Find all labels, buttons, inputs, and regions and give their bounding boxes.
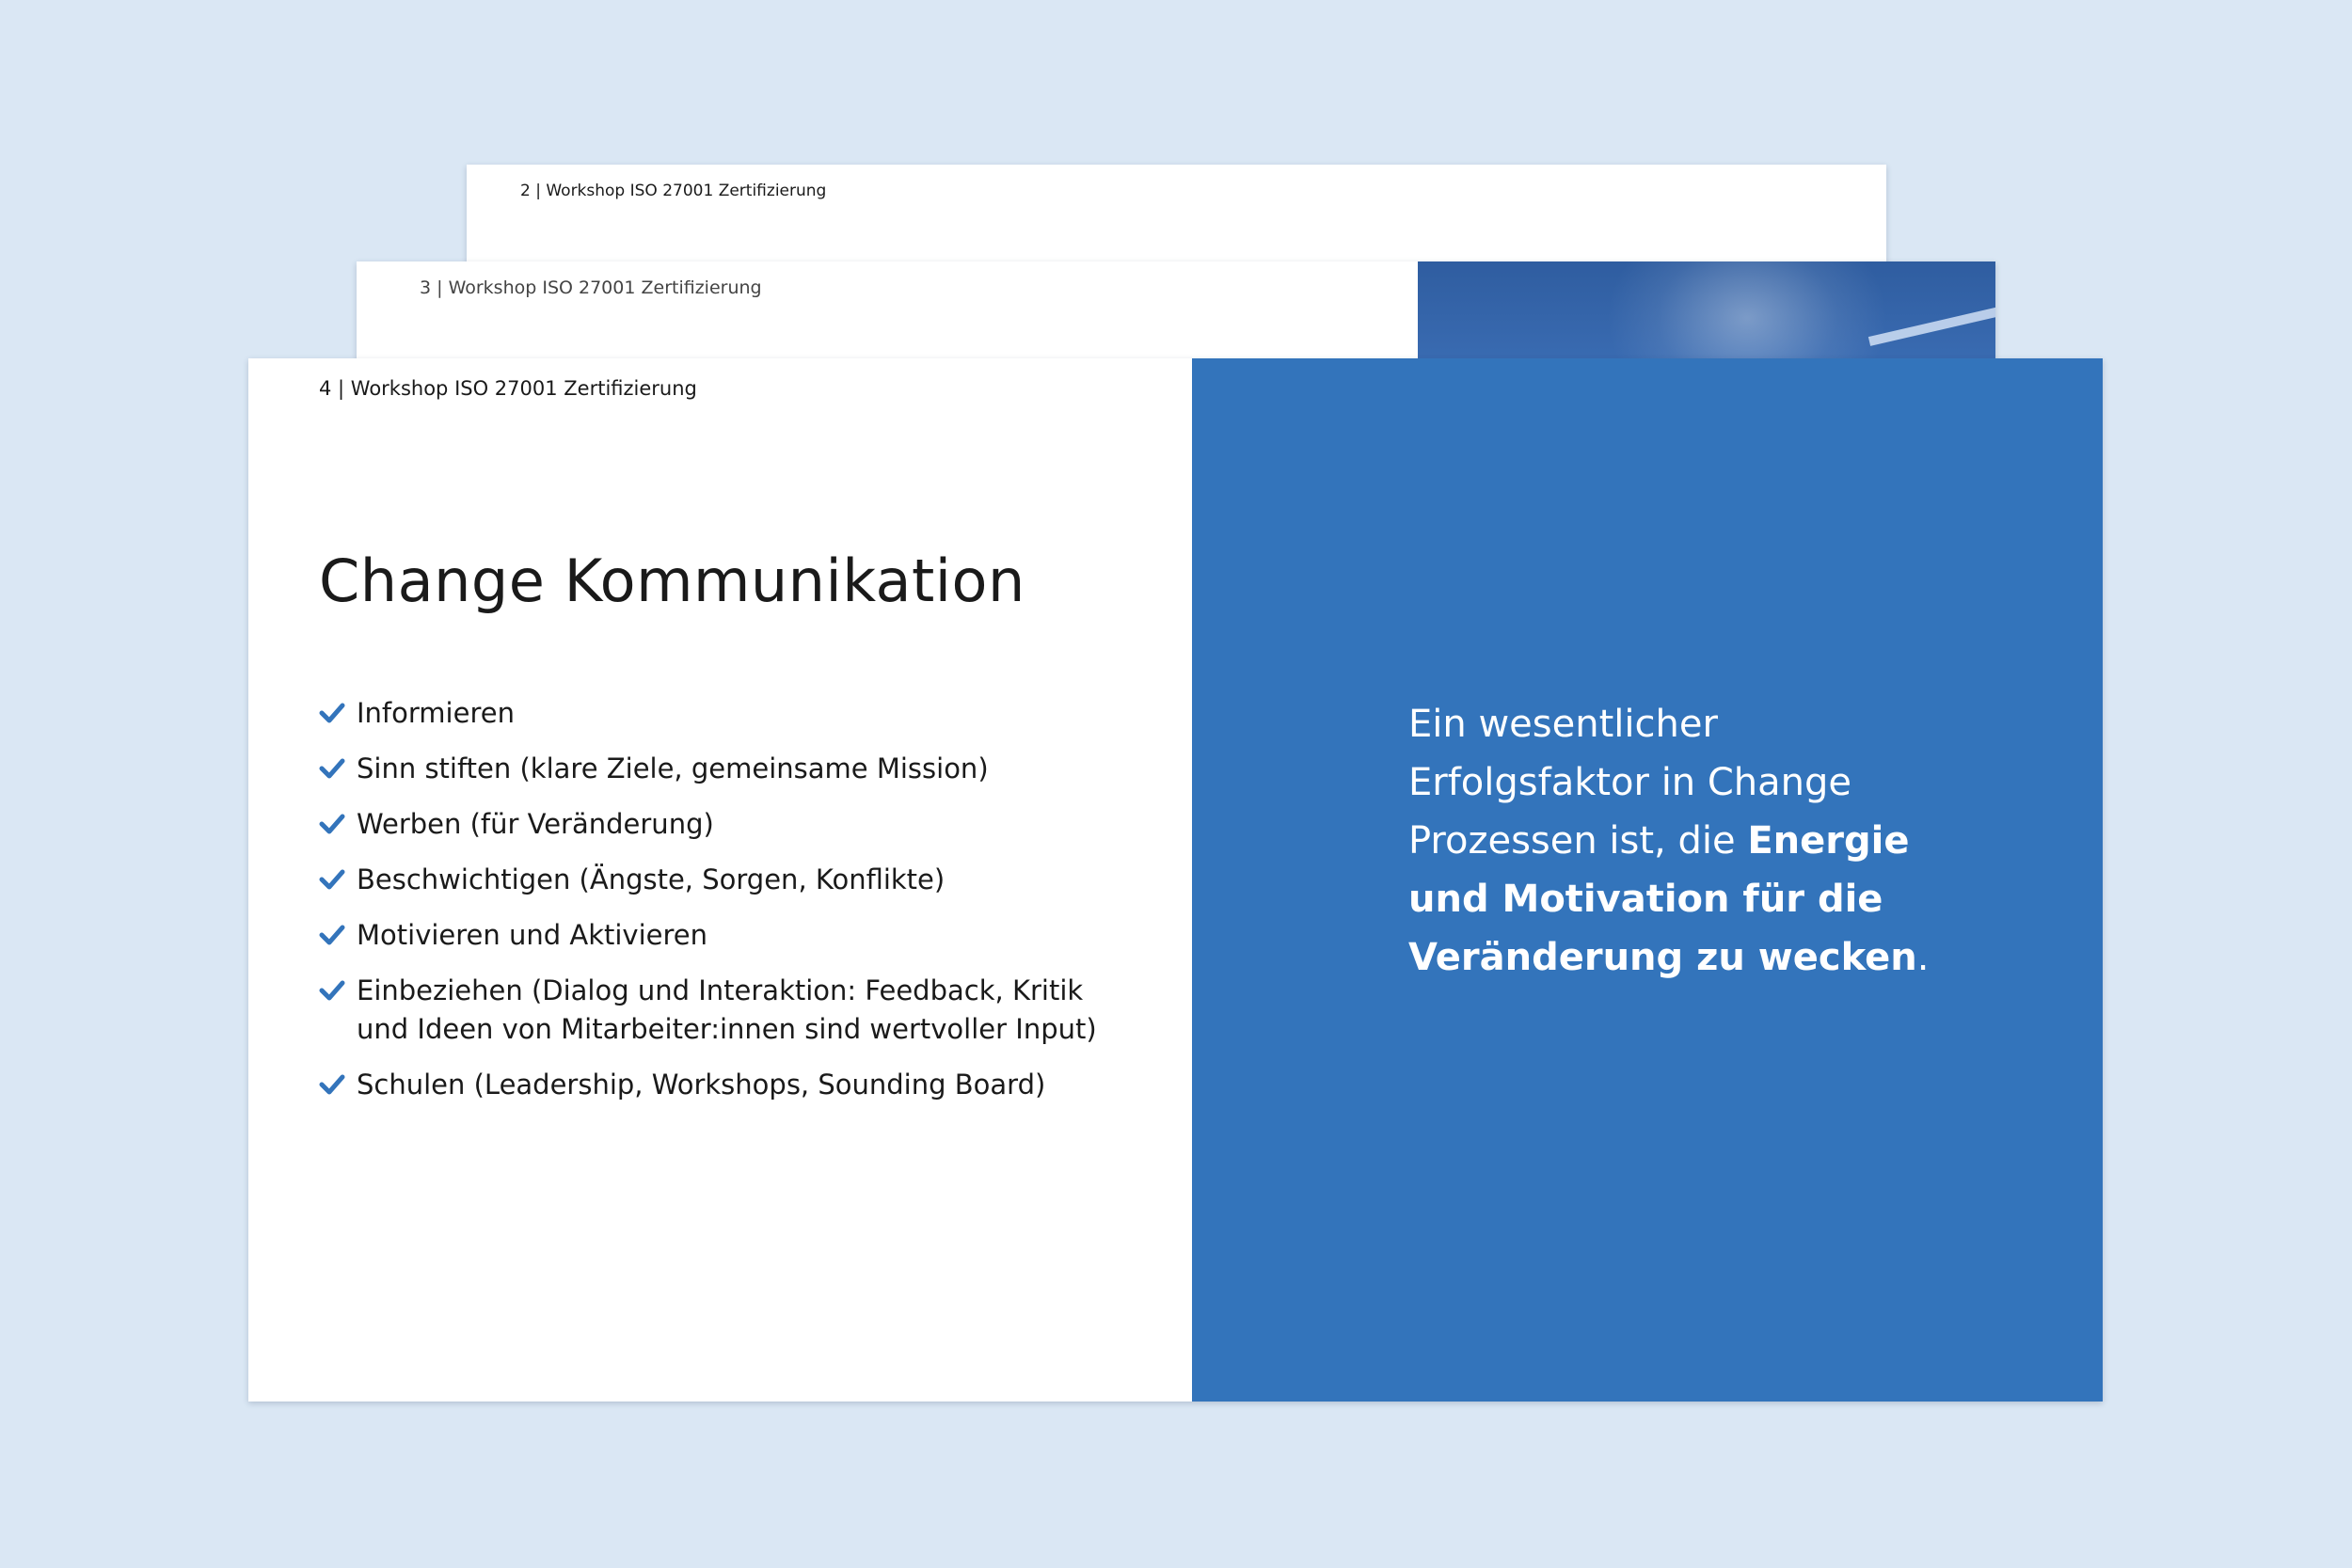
- slide-4-current[interactable]: 4 | Workshop ISO 27001 Zertifizierung Ch…: [248, 358, 2103, 1402]
- checkmark-icon: [319, 1066, 345, 1104]
- slide-header: 3 | Workshop ISO 27001 Zertifizierung: [420, 277, 762, 298]
- quote-text: Ein wesentlicher Erfolgsfaktor in Change P…: [1408, 695, 1929, 987]
- bullet-text-line: Schulen (Leadership, Workshops, Sounding…: [357, 1069, 1046, 1101]
- bullet-text: Einbeziehen (Dialog und Interaktion: Fee…: [357, 972, 1097, 1049]
- bullet-item: Informieren: [319, 694, 1097, 733]
- slide-title: Change Kommunikation: [319, 546, 1025, 615]
- bullet-text: Beschwichtigen (Ängste, Sorgen, Konflikt…: [357, 861, 945, 899]
- quote-line-4-bold: und Motivation für die: [1408, 878, 1883, 921]
- bullet-item: Sinn stiften (klare Ziele, gemeinsame Mi…: [319, 750, 1097, 788]
- bullet-text: Motivieren und Aktivieren: [357, 916, 707, 955]
- checkmark-icon: [319, 861, 345, 899]
- bullet-text-line: Motivieren und Aktivieren: [357, 919, 707, 951]
- bullet-item: Schulen (Leadership, Workshops, Sounding…: [319, 1066, 1097, 1104]
- quote-line-3-bold: Energie: [1747, 819, 1910, 863]
- checkmark-icon: [319, 916, 345, 955]
- quote-line-1: Ein wesentlicher: [1408, 703, 1718, 746]
- quote-line-5-end: .: [1916, 936, 1930, 979]
- quote-line-2: Erfolgsfaktor in Change: [1408, 761, 1852, 804]
- bullet-text-line: Informieren: [357, 697, 515, 729]
- slide-header: 2 | Workshop ISO 27001 Zertifizierung: [520, 182, 827, 200]
- bullet-item: Werben (für Veränderung): [319, 805, 1097, 844]
- slide-content-panel: 4 | Workshop ISO 27001 Zertifizierung Ch…: [248, 358, 1192, 1402]
- quote-panel: Ein wesentlicher Erfolgsfaktor in Change P…: [1192, 358, 2103, 1402]
- bullet-text-line: Werben (für Veränderung): [357, 808, 714, 840]
- bullet-item: Einbeziehen (Dialog und Interaktion: Fee…: [319, 972, 1097, 1049]
- bullet-list: Informieren Sinn stiften (klare Ziele, ge…: [319, 694, 1097, 1121]
- slide-header: 4 | Workshop ISO 27001 Zertifizierung: [319, 377, 697, 400]
- checkmark-icon: [319, 805, 345, 844]
- bullet-text-line: und Ideen von Mitarbeiter:innen sind wer…: [357, 1013, 1097, 1045]
- bullet-text: Sinn stiften (klare Ziele, gemeinsame Mi…: [357, 750, 989, 788]
- bullet-text: Werben (für Veränderung): [357, 805, 714, 844]
- bullet-text: Informieren: [357, 694, 515, 733]
- bullet-text-line: Einbeziehen (Dialog und Interaktion: Fee…: [357, 974, 1084, 1006]
- bullet-item: Motivieren und Aktivieren: [319, 916, 1097, 955]
- checkmark-icon: [319, 972, 345, 1010]
- bullet-item: Beschwichtigen (Ängste, Sorgen, Konflikt…: [319, 861, 1097, 899]
- bullet-text-line: Sinn stiften (klare Ziele, gemeinsame Mi…: [357, 752, 989, 784]
- checkmark-icon: [319, 750, 345, 788]
- checkmark-icon: [319, 694, 345, 733]
- bullet-text-line: Beschwichtigen (Ängste, Sorgen, Konflikt…: [357, 863, 946, 895]
- bullet-text: Schulen (Leadership, Workshops, Sounding…: [357, 1066, 1045, 1104]
- quote-line-5-bold: Veränderung zu wecken: [1408, 936, 1917, 979]
- quote-line-3-plain: Prozessen ist, die: [1408, 819, 1748, 863]
